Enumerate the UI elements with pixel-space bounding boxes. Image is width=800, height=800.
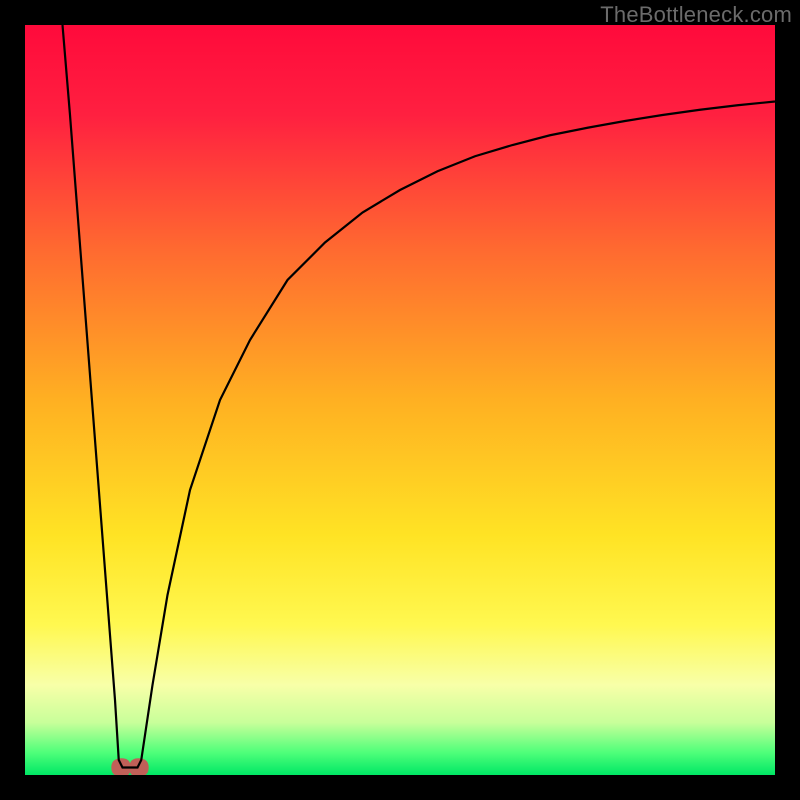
chart-canvas (25, 25, 775, 775)
watermark-text: TheBottleneck.com (600, 2, 792, 28)
gradient-background (25, 25, 775, 775)
chart-frame: TheBottleneck.com (0, 0, 800, 800)
